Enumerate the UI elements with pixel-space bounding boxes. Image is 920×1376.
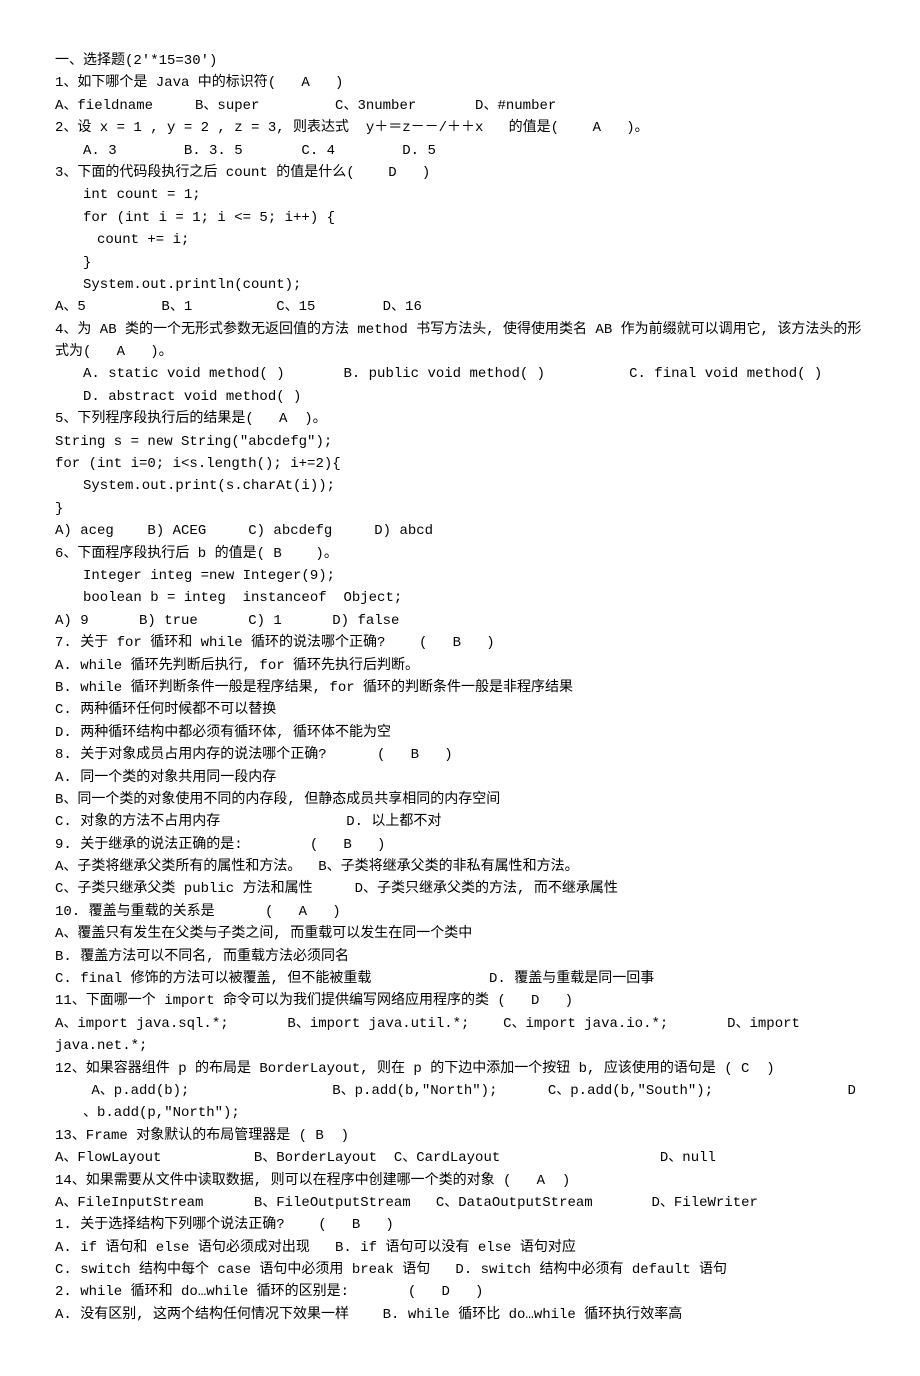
text-line: 12、如果容器组件 p 的布局是 BorderLayout, 则在 p 的下边中… [55, 1058, 865, 1080]
text-line: 13、Frame 对象默认的布局管理器是 ( B ) [55, 1125, 865, 1147]
text-line: A) aceg B) ACEG C) abcdefg D) abcd [55, 520, 865, 542]
exam-document: 一、选择题(2'*15=30')1、如下哪个是 Java 中的标识符( A )A… [55, 50, 865, 1326]
text-line: C. switch 结构中每个 case 语句中必须用 break 语句 D. … [55, 1259, 865, 1281]
text-line: C、子类只继承父类 public 方法和属性 D、子类只继承父类的方法, 而不继… [55, 878, 865, 900]
text-line: } [55, 498, 865, 520]
text-line: String s = new String("abcdefg"); [55, 431, 865, 453]
text-line: 5、下列程序段执行后的结果是( A )。 [55, 408, 865, 430]
text-line: A) 9 B) true C) 1 D) false [55, 610, 865, 632]
text-line: 14、如果需要从文件中读取数据, 则可以在程序中创建哪一个类的对象 ( A ) [55, 1170, 865, 1192]
text-line: A. static void method( ) B. public void … [55, 363, 865, 408]
text-line: for (int i=0; i<s.length(); i+=2){ [55, 453, 865, 475]
text-line: 4、为 AB 类的一个无形式参数无返回值的方法 method 书写方法头, 使得… [55, 319, 865, 364]
text-line: A、import java.sql.*; B、import java.util.… [55, 1013, 865, 1058]
text-line: 1. 关于选择结构下列哪个说法正确? ( B ) [55, 1214, 865, 1236]
text-line: A、FlowLayout B、BorderLayout C、CardLayout… [55, 1147, 865, 1169]
text-line: 8. 关于对象成员占用内存的说法哪个正确? ( B ) [55, 744, 865, 766]
text-line: B. 覆盖方法可以不同名, 而重载方法必须同名 [55, 946, 865, 968]
text-line: System.out.println(count); [55, 274, 865, 296]
text-line: 6、下面程序段执行后 b 的值是( B )。 [55, 543, 865, 565]
text-line: A、子类将继承父类所有的属性和方法。 B、子类将继承父类的非私有属性和方法。 [55, 856, 865, 878]
text-line: 9. 关于继承的说法正确的是: ( B ) [55, 834, 865, 856]
text-line: C. 两种循环任何时候都不可以替换 [55, 699, 865, 721]
text-line: 1、如下哪个是 Java 中的标识符( A ) [55, 72, 865, 94]
text-line: A. while 循环先判断后执行, for 循环先执行后判断。 [55, 655, 865, 677]
text-line: A. 3 B. 3. 5 C. 4 D. 5 [55, 140, 865, 162]
text-line: 2、设 x = 1 , y = 2 , z = 3, 则表达式 y＋＝z－－/＋… [55, 117, 865, 139]
text-line: 7. 关于 for 循环和 while 循环的说法哪个正确? ( B ) [55, 632, 865, 654]
text-line: 10. 覆盖与重载的关系是 ( A ) [55, 901, 865, 923]
text-line: B、同一个类的对象使用不同的内存段, 但静态成员共享相同的内存空间 [55, 789, 865, 811]
text-line: A. 没有区别, 这两个结构任何情况下效果一样 B. while 循环比 do…… [55, 1304, 865, 1326]
text-line: count += i; [55, 229, 865, 251]
text-line: C. final 修饰的方法可以被覆盖, 但不能被重载 D. 覆盖与重载是同一回… [55, 968, 865, 990]
text-line: for (int i = 1; i <= 5; i++) { [55, 207, 865, 229]
text-line: A、覆盖只有发生在父类与子类之间, 而重载可以发生在同一个类中 [55, 923, 865, 945]
text-line: A、p.add(b); B、p.add(b,"North"); C、p.add(… [55, 1080, 865, 1125]
text-line: A、5 B、1 C、15 D、16 [55, 296, 865, 318]
text-line: A、fieldname B、super C、3number D、#number [55, 95, 865, 117]
text-line: A. if 语句和 else 语句必须成对出现 B. if 语句可以没有 els… [55, 1237, 865, 1259]
text-line: boolean b = integ instanceof Object; [55, 587, 865, 609]
text-line: B. while 循环判断条件一般是程序结果, for 循环的判断条件一般是非程… [55, 677, 865, 699]
text-line: 2. while 循环和 do…while 循环的区别是: ( D ) [55, 1281, 865, 1303]
text-line: 一、选择题(2'*15=30') [55, 50, 865, 72]
text-line: Integer integ =new Integer(9); [55, 565, 865, 587]
text-line: A、FileInputStream B、FileOutputStream C、D… [55, 1192, 865, 1214]
text-line: 3、下面的代码段执行之后 count 的值是什么( D ) [55, 162, 865, 184]
text-line: } [55, 252, 865, 274]
text-line: System.out.print(s.charAt(i)); [55, 475, 865, 497]
text-line: C. 对象的方法不占用内存 D. 以上都不对 [55, 811, 865, 833]
text-line: 11、下面哪一个 import 命令可以为我们提供编写网络应用程序的类 ( D … [55, 990, 865, 1012]
text-line: A. 同一个类的对象共用同一段内存 [55, 767, 865, 789]
text-line: D. 两种循环结构中都必须有循环体, 循环体不能为空 [55, 722, 865, 744]
text-line: int count = 1; [55, 184, 865, 206]
